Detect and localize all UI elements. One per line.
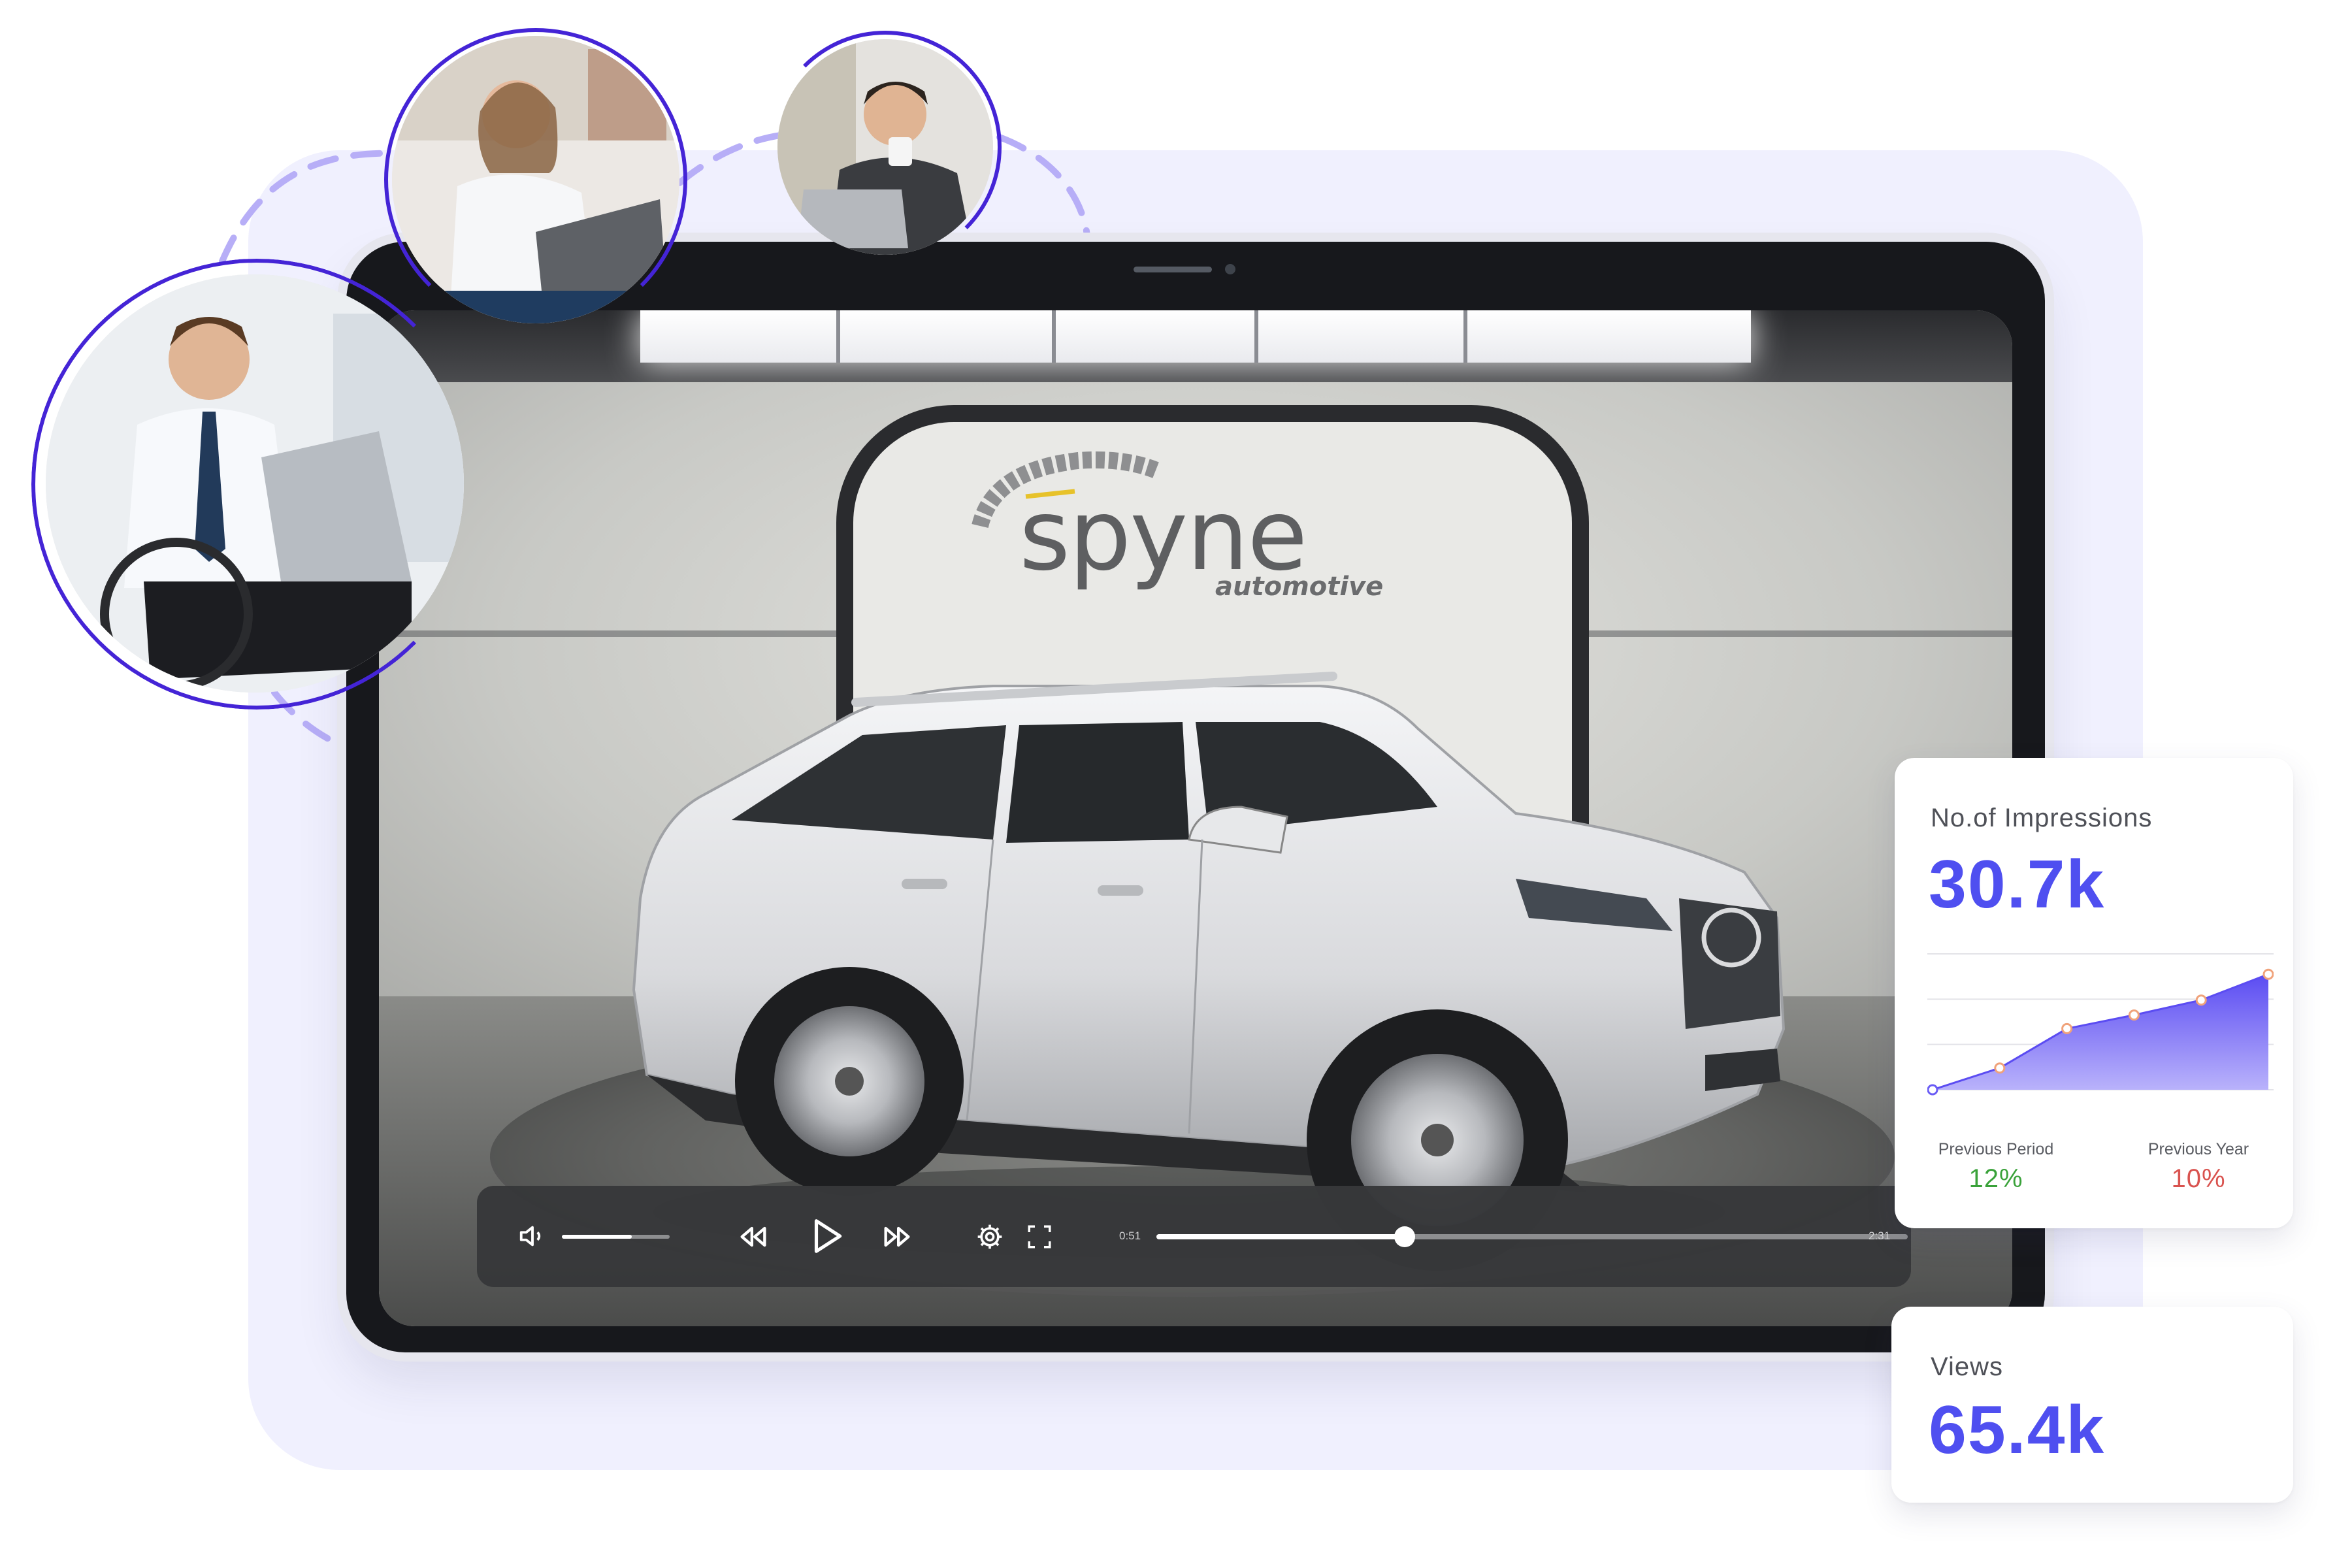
- light-divider: [1254, 310, 1258, 363]
- previous-period-value: 12%: [1968, 1164, 2023, 1193]
- impressions-chart: [1927, 953, 2274, 1096]
- light-divider: [836, 310, 840, 363]
- chart-point: [1994, 1062, 2006, 1074]
- views-value: 65.4k: [1929, 1392, 2106, 1468]
- ceiling-light: [640, 310, 1751, 363]
- avatar-ring: [384, 28, 687, 331]
- impressions-value: 30.7k: [1929, 847, 2106, 923]
- settings-icon[interactable]: [973, 1220, 1006, 1253]
- light-divider: [1052, 310, 1056, 363]
- chart-point: [2262, 968, 2274, 980]
- video-controls: 0:51 2:31: [477, 1186, 1911, 1287]
- progress-scrubber[interactable]: [1394, 1226, 1415, 1247]
- previous-period-label: Previous Period: [1938, 1140, 2054, 1158]
- suv-car: [632, 672, 1786, 1271]
- progress-fill: [1156, 1234, 1405, 1239]
- impressions-card: No.of Impressions 30.7k Previous Period …: [1895, 758, 2293, 1228]
- previous-year-value: 10%: [2171, 1164, 2226, 1193]
- fullscreen-icon[interactable]: [1023, 1220, 1056, 1253]
- previous-year-label: Previous Year: [2148, 1140, 2249, 1158]
- light-divider: [1463, 310, 1467, 363]
- chart-point: [2061, 1022, 2073, 1034]
- total-time: 2:31: [1869, 1230, 1891, 1242]
- views-card: Views 65.4k: [1891, 1307, 2293, 1503]
- volume-level: [562, 1235, 632, 1239]
- camera-icon: [1225, 264, 1235, 274]
- camera-bar: [1134, 267, 1212, 272]
- rewind-icon[interactable]: [735, 1218, 772, 1255]
- chart-point: [2195, 994, 2207, 1006]
- views-label: Views: [1931, 1352, 2003, 1381]
- volume-icon[interactable]: [516, 1220, 549, 1252]
- current-time: 0:51: [1119, 1230, 1141, 1242]
- brand-subtitle: automotive: [1215, 572, 1384, 602]
- chart-point: [1927, 1084, 1938, 1096]
- chart-point: [2128, 1009, 2140, 1021]
- tablet-device: spyne automotive 0:51 2:31: [346, 242, 2045, 1352]
- brand-name: spyne: [1019, 479, 1307, 593]
- video-screen[interactable]: spyne automotive 0:51 2:31: [379, 310, 2012, 1326]
- fast-forward-icon[interactable]: [879, 1218, 915, 1255]
- play-icon[interactable]: [804, 1213, 849, 1259]
- impressions-label: No.of Impressions: [1931, 804, 2153, 832]
- avatar-ring: [769, 31, 1002, 263]
- avatar-ring: [31, 259, 482, 710]
